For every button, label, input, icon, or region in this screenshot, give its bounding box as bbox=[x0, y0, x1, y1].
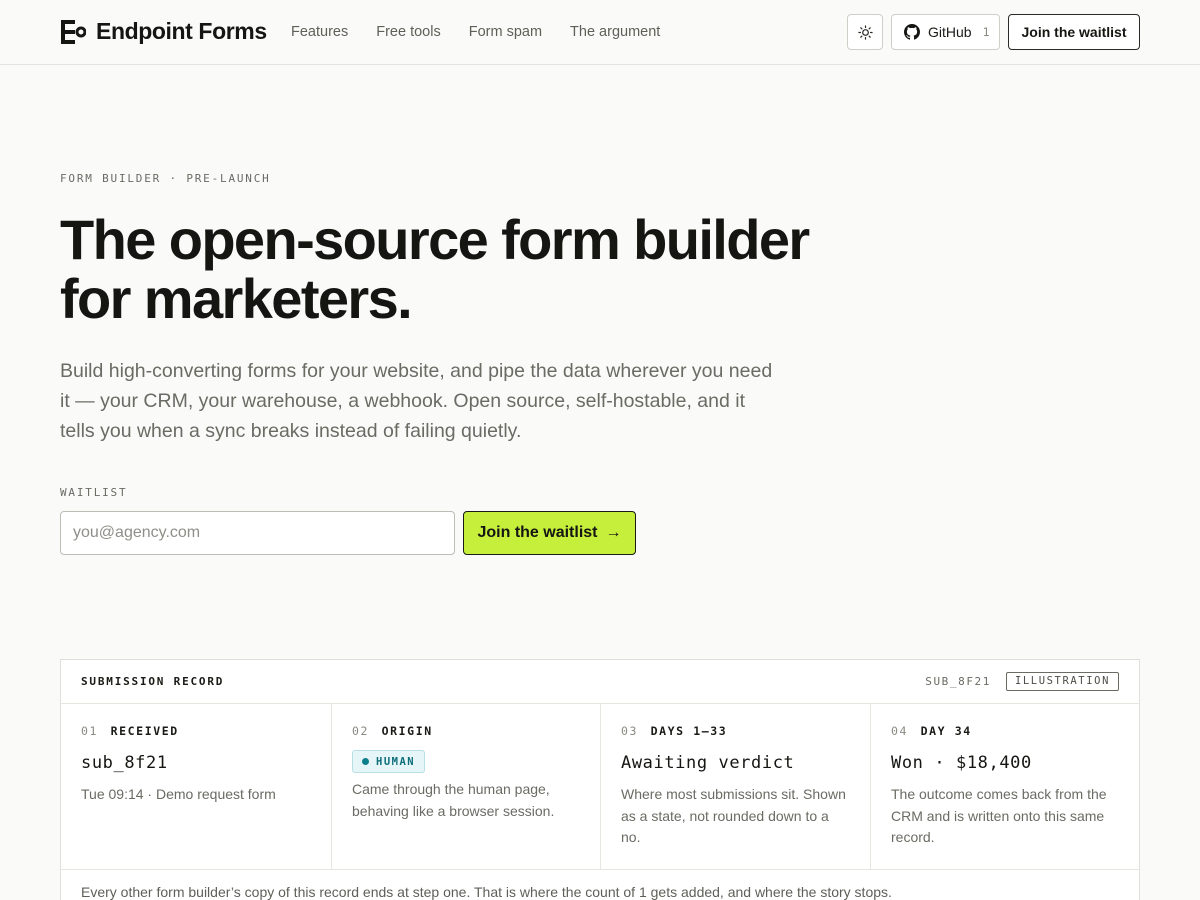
email-input[interactable] bbox=[60, 511, 455, 555]
step-value: Won · $18,400 bbox=[891, 753, 1032, 773]
record-steps: 01 RECEIVED sub_8f21 Tue 09:14 · Demo re… bbox=[61, 704, 1139, 870]
nav-the-argument[interactable]: The argument bbox=[570, 24, 660, 40]
step-origin: 02 ORIGIN HUMAN Came through the human p… bbox=[332, 704, 601, 869]
join-waitlist-button[interactable]: Join the waitlist → bbox=[463, 511, 636, 555]
logo-mark-icon bbox=[61, 19, 86, 44]
step-label: 03 DAYS 1–33 bbox=[621, 724, 850, 738]
logo-text: Endpoint Forms bbox=[96, 18, 267, 44]
illustration-tag: ILLUSTRATION bbox=[1005, 672, 1119, 691]
record-id: SUB_8F21 bbox=[925, 675, 991, 688]
hero-eyebrow: FORM BUILDER · PRE-LAUNCH bbox=[60, 172, 271, 185]
step-description: Came through the human page, behaving li… bbox=[352, 781, 555, 819]
step-received: 01 RECEIVED sub_8f21 Tue 09:14 · Demo re… bbox=[61, 704, 332, 869]
step-outcome: 04 DAY 34 Won · $18,400 The outcome come… bbox=[871, 704, 1139, 869]
status-dot-icon bbox=[362, 758, 369, 765]
nav-features[interactable]: Features bbox=[291, 24, 348, 40]
record-header: SUBMISSION RECORD SUB_8F21 ILLUSTRATION bbox=[61, 660, 1139, 704]
step-number: 04 bbox=[891, 724, 909, 738]
step-number: 03 bbox=[621, 724, 639, 738]
nav-form-spam[interactable]: Form spam bbox=[469, 24, 542, 40]
record-footer-note: Every other form builder’s copy of this … bbox=[81, 884, 892, 900]
step-description: Tue 09:14 · Demo request form bbox=[81, 786, 276, 802]
main-nav: Features Free tools Form spam The argume… bbox=[291, 24, 660, 40]
origin-badge-label: HUMAN bbox=[376, 755, 416, 768]
github-icon bbox=[904, 24, 920, 40]
record-title: SUBMISSION RECORD bbox=[81, 675, 225, 688]
site-header: Endpoint Forms Features Free tools Form … bbox=[0, 0, 1200, 65]
join-waitlist-label: Join the waitlist bbox=[477, 524, 598, 541]
waitlist-label: WAITLIST bbox=[60, 486, 128, 499]
step-description: The outcome comes back from the CRM and … bbox=[891, 786, 1107, 845]
step-waiting: 03 DAYS 1–33 Awaiting verdict Where most… bbox=[601, 704, 871, 869]
submission-record-card: SUBMISSION RECORD SUB_8F21 ILLUSTRATION … bbox=[60, 659, 1140, 900]
origin-badge: HUMAN bbox=[352, 750, 426, 773]
github-label: GitHub bbox=[928, 24, 972, 40]
arrow-right-icon: → bbox=[605, 524, 622, 541]
step-label: 04 DAY 34 bbox=[891, 724, 1119, 738]
step-title: DAYS 1–33 bbox=[650, 724, 728, 738]
step-number: 01 bbox=[81, 724, 99, 738]
step-label: 02 ORIGIN bbox=[352, 724, 580, 738]
step-value: Awaiting verdict bbox=[621, 753, 795, 773]
nav-free-tools[interactable]: Free tools bbox=[376, 24, 440, 40]
step-value: sub_8f21 bbox=[81, 753, 168, 773]
hero-headline: The open-source form builder for markete… bbox=[60, 210, 880, 328]
headline-line-1: The open-source form builder bbox=[60, 208, 810, 271]
step-number: 02 bbox=[352, 724, 370, 738]
step-title: ORIGIN bbox=[381, 724, 433, 738]
header-join-waitlist-button[interactable]: Join the waitlist bbox=[1008, 14, 1140, 50]
hero-subhead: Build high-converting forms for your web… bbox=[60, 360, 773, 442]
github-button[interactable]: GitHub 1 bbox=[891, 14, 1000, 50]
step-label: 01 RECEIVED bbox=[81, 724, 311, 738]
headline-line-2: for marketers. bbox=[60, 267, 413, 330]
step-description: Where most submissions sit. Shown as a s… bbox=[621, 786, 846, 845]
github-star-count: 1 bbox=[982, 25, 990, 39]
sun-icon bbox=[857, 24, 873, 40]
step-title: RECEIVED bbox=[110, 724, 179, 738]
step-title: DAY 34 bbox=[920, 724, 972, 738]
logo[interactable]: Endpoint Forms bbox=[60, 18, 267, 45]
theme-toggle-button[interactable] bbox=[847, 14, 883, 50]
